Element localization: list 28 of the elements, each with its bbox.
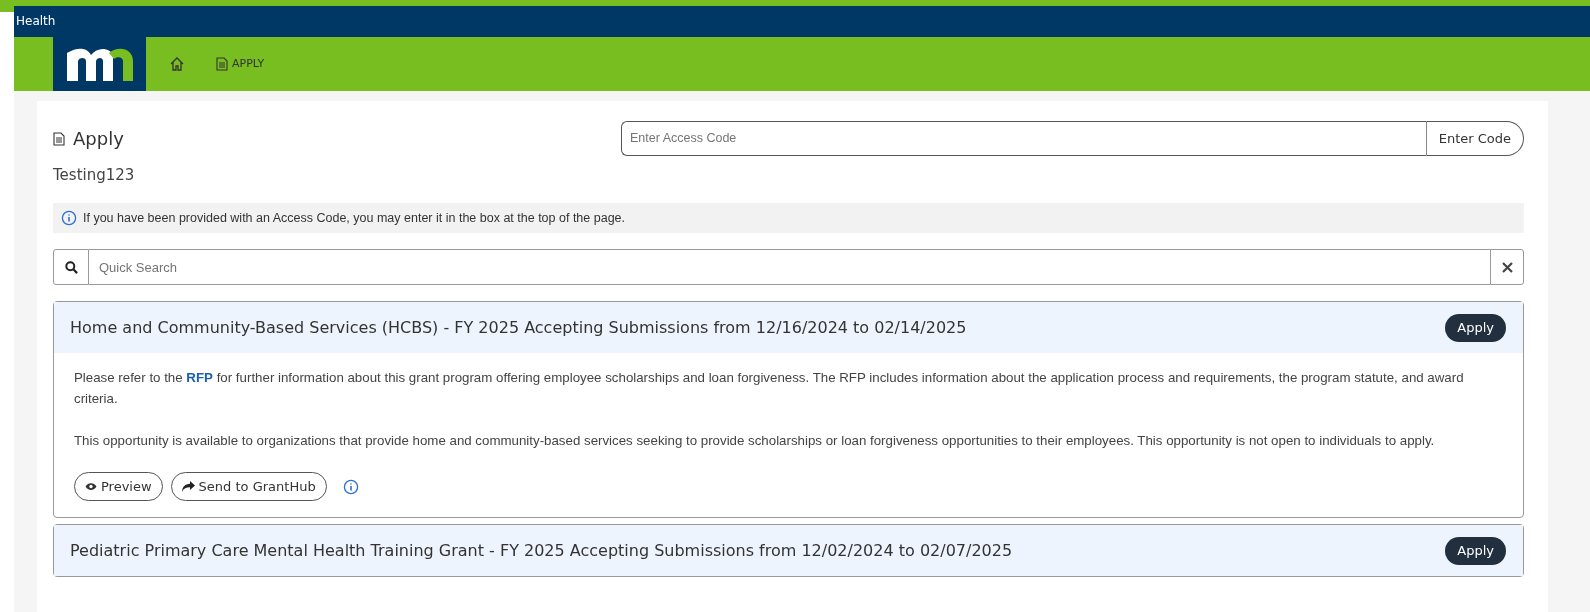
- document-icon: [53, 131, 65, 146]
- description-text: This opportunity is available to organizations that provide home and community-based services seeking to provide scholarships or loan forgiveness opportunities to their employees. This opportunity is not open to individuals to apply.: [74, 432, 1436, 451]
- preview-button[interactable]: Preview: [74, 472, 163, 502]
- send-button[interactable]: Send to GrantHub: [170, 472, 327, 502]
- search-icon: [64, 260, 78, 274]
- apply-button[interactable]: Apply: [1445, 537, 1506, 565]
- apply-button[interactable]: Apply: [1445, 314, 1506, 342]
- rfp-link[interactable]: RFP: [186, 370, 213, 386]
- apply-nav-link[interactable]: APPLY: [208, 37, 273, 91]
- opportunity-title: Home and Community-Based Services (HCBS) - FY 2025 Accepting Submissions from 12/16/2024 to 02/14/2025: [70, 316, 967, 339]
- info-icon: [61, 209, 77, 226]
- search-field[interactable]: Quick Search: [89, 249, 1490, 286]
- opportunity-title: Pediatric Primary Care Mental Health Training Grant - FY 2025 Accepting Submissions from 12/02/2024 to 02/07/2025: [70, 539, 1013, 562]
- enter-code-button[interactable]: Enter Code: [1425, 121, 1524, 156]
- access-code-field[interactable]: Enter Access Code: [621, 121, 1426, 156]
- eye-icon: [85, 482, 97, 492]
- document-icon: [216, 57, 228, 71]
- clear-button[interactable]: [1490, 249, 1524, 286]
- close-icon: [1501, 261, 1513, 273]
- page-subtitle: Testing123: [53, 165, 136, 186]
- home-icon: [170, 57, 184, 71]
- site-title: Health: [16, 13, 56, 29]
- state-logo[interactable]: [64, 47, 135, 81]
- info-icon[interactable]: [342, 478, 359, 495]
- share-arrow-icon: [181, 481, 195, 493]
- page-title: Apply: [73, 127, 124, 151]
- info-message: If you have been provided with an Access Code, you may enter it in the box at the top of the page.: [83, 209, 625, 227]
- description-text: Please refer to the RFP for further information about this grant program offering employee scholarships and loan forgiveness. The RFP includes information about the application process and requirements, the program statute, and award criteria.: [74, 369, 1465, 409]
